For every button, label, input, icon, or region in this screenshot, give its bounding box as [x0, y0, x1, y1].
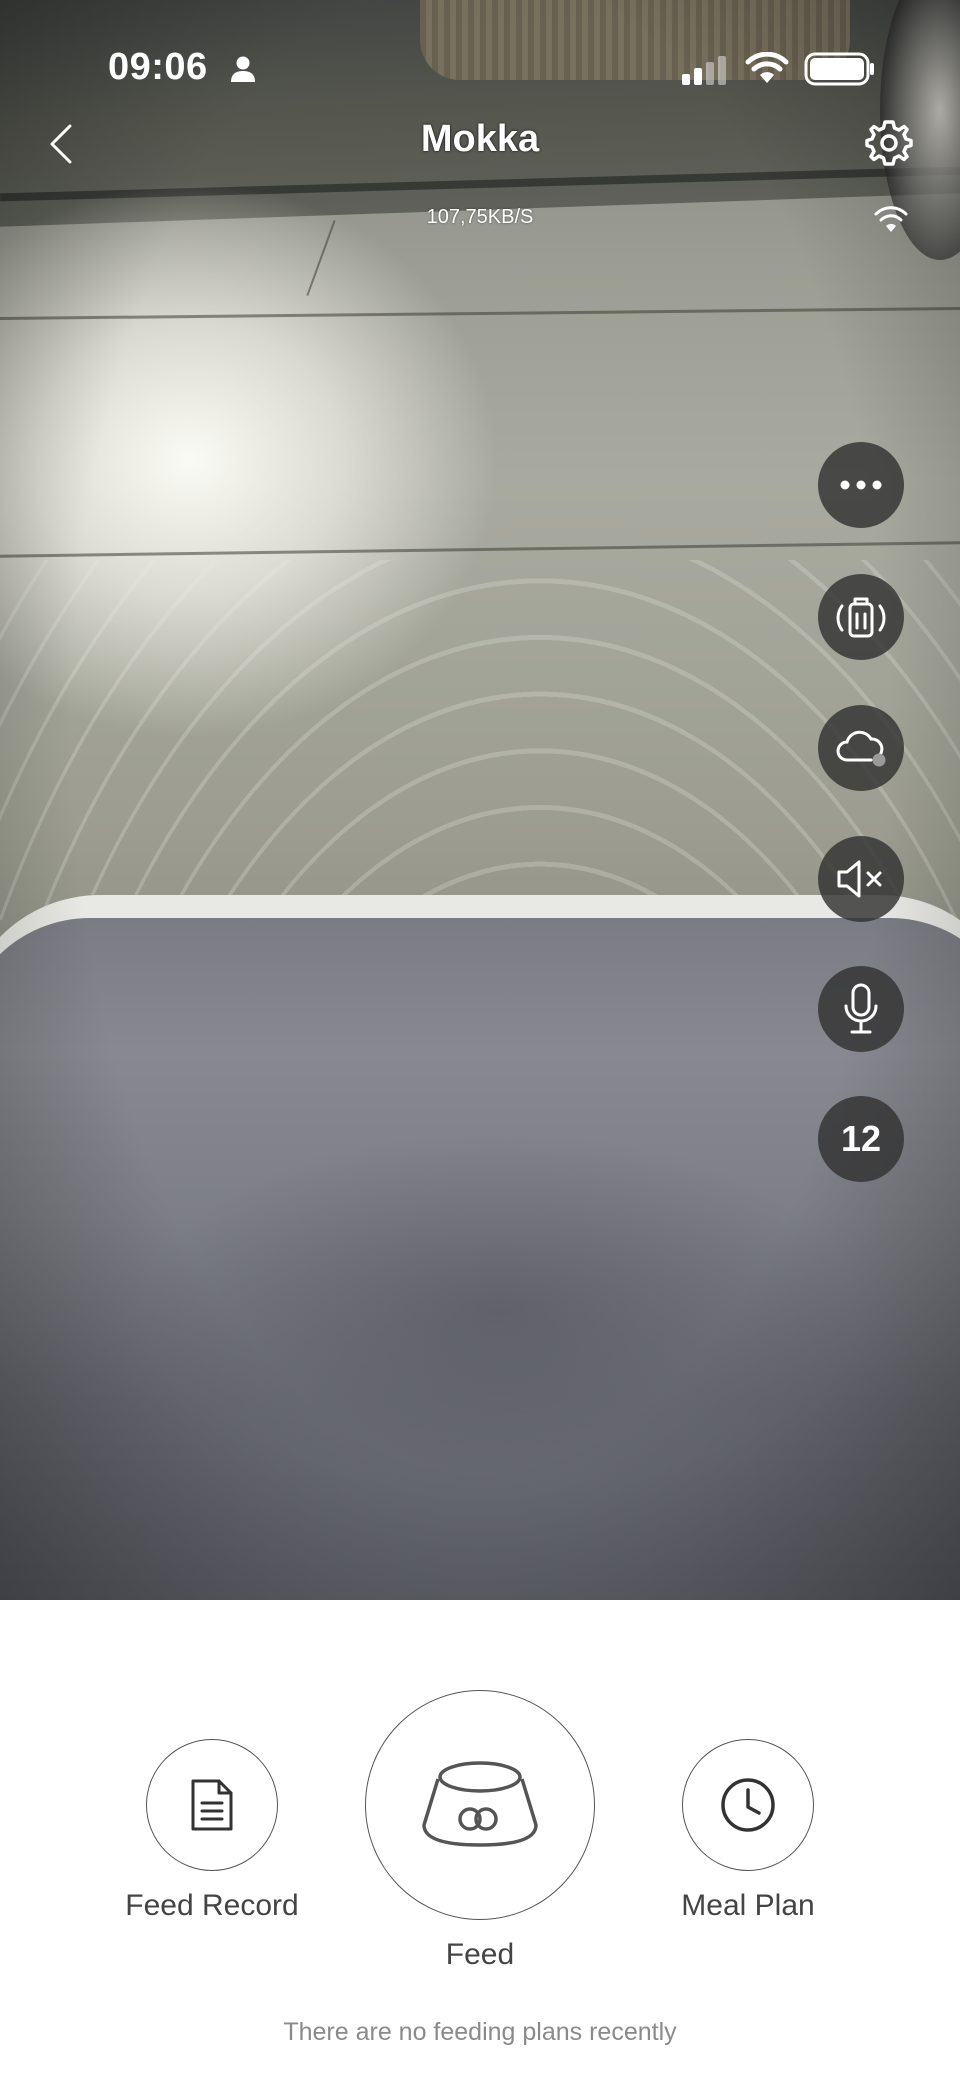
feed-label: Feed — [445, 1938, 515, 1971]
bowl-shadow — [140, 1130, 860, 1490]
clock-icon — [721, 1778, 775, 1832]
gear-icon[interactable] — [864, 118, 914, 168]
status-bar: 09:06 — [0, 0, 960, 130]
food-bowl-icon — [422, 1761, 538, 1847]
rotate-device-button[interactable] — [818, 574, 904, 660]
no-feeding-plans-hint: There are no feeding plans recently — [283, 2018, 677, 2046]
camera-feed[interactable] — [0, 0, 960, 1600]
cloud-storage-button[interactable] — [818, 705, 904, 791]
feed-button[interactable] — [365, 1690, 595, 1920]
document-icon — [191, 1779, 233, 1831]
feed-record-button[interactable] — [146, 1739, 278, 1871]
person-icon — [231, 56, 255, 82]
mute-toggle-button[interactable] — [818, 836, 904, 922]
device-title: Mokka — [420, 118, 540, 160]
microphone-icon — [844, 983, 878, 1034]
feed-record-action[interactable]: Feed Record — [112, 1739, 312, 1923]
meal-plan-label: Meal Plan — [681, 1889, 815, 1922]
signal-icon — [682, 56, 726, 85]
speaker-muted-icon — [837, 860, 882, 898]
viewer-count: 12 — [840, 1118, 882, 1159]
wifi-icon — [745, 52, 789, 83]
more-options-button[interactable] — [818, 442, 904, 528]
device-rotate-icon — [836, 597, 886, 638]
ellipsis-icon — [840, 480, 882, 490]
feed-action[interactable]: Feed — [365, 1690, 595, 1972]
viewer-count-button[interactable]: 12 — [818, 1096, 904, 1182]
floor-wood-grain — [0, 560, 960, 920]
meal-plan-button[interactable] — [682, 1739, 814, 1871]
control-panel: Feed Record Feed Meal Plan — [0, 1600, 960, 2086]
cloud-icon — [836, 730, 886, 767]
microphone-button[interactable] — [818, 966, 904, 1052]
meal-plan-action[interactable]: Meal Plan — [648, 1739, 848, 1923]
connection-wifi-icon — [874, 206, 908, 232]
status-time: 09:06 — [108, 46, 208, 88]
battery-icon — [804, 52, 874, 86]
data-rate: 107,75KB/S — [426, 206, 534, 228]
feed-record-label: Feed Record — [125, 1889, 299, 1922]
